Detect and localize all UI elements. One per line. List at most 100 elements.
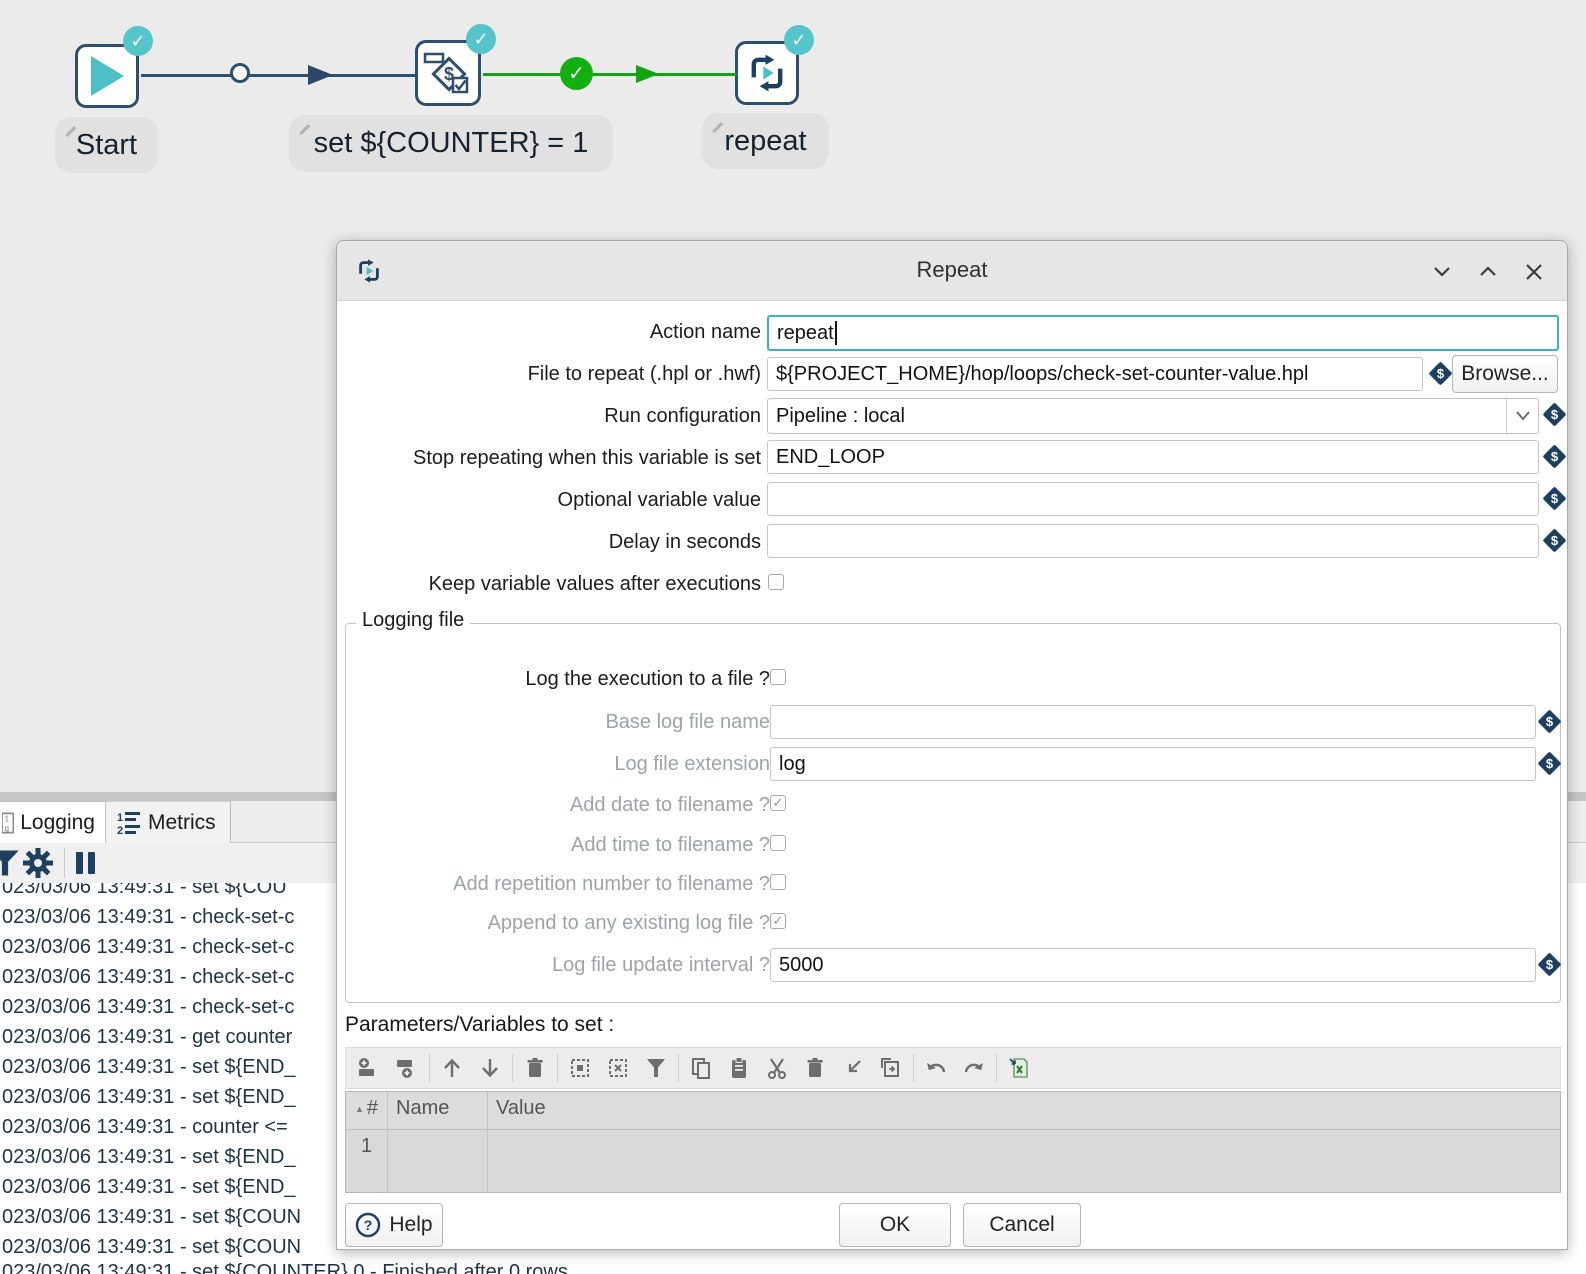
add-repetition-label: Add repetition number to filename ? — [346, 873, 770, 896]
paste-icon[interactable] — [720, 1050, 758, 1086]
variable-icon[interactable]: $ — [1543, 403, 1566, 426]
optional-value-input[interactable] — [767, 482, 1539, 516]
keep-values-checkbox[interactable] — [768, 574, 784, 590]
value-cell[interactable] — [488, 1130, 1560, 1192]
append-log-label: Append to any existing log file ? — [346, 912, 770, 935]
pause-logging-icon[interactable] — [76, 852, 95, 874]
stop-variable-input[interactable]: END_LOOP — [767, 440, 1539, 474]
base-log-name-input[interactable] — [770, 705, 1536, 739]
log-line: 023/03/06 13:49:31 - check-set-c — [2, 902, 294, 932]
select-all-icon[interactable] — [561, 1050, 599, 1086]
chevron-up-icon[interactable] — [1475, 259, 1501, 285]
append-log-checkbox[interactable] — [770, 913, 786, 929]
copy-icon[interactable] — [682, 1050, 720, 1086]
logging-tab-icon: 1 g — [2, 810, 14, 836]
log-line: 023/03/06 13:49:31 - set ${END_ — [2, 1172, 296, 1202]
log-to-file-checkbox[interactable] — [770, 669, 786, 685]
table-header-row: ▲# Name Value — [346, 1092, 1560, 1130]
add-date-label: Add date to filename ? — [346, 794, 770, 817]
update-interval-input[interactable]: 5000 — [770, 948, 1536, 982]
logging-file-group: Logging file Log the execution to a file… — [345, 623, 1561, 1003]
log-settings-gear-icon[interactable] — [22, 847, 54, 879]
insert-row-before-icon[interactable] — [350, 1050, 388, 1086]
toolbar-separator — [678, 1054, 679, 1082]
add-time-checkbox[interactable] — [770, 835, 786, 851]
variable-icon[interactable]: $ — [1543, 529, 1566, 552]
run-config-combo[interactable]: Pipeline : local — [767, 398, 1539, 434]
excel-export-icon[interactable] — [1000, 1050, 1038, 1086]
repeat-status-badge: ✓ — [784, 25, 814, 55]
close-icon[interactable] — [1521, 259, 1547, 285]
variable-icon[interactable]: $ — [1538, 710, 1561, 733]
add-date-checkbox[interactable] — [770, 795, 786, 811]
pencil-icon — [710, 117, 726, 133]
svg-text:?: ? — [364, 1217, 373, 1233]
variable-icon[interactable]: $ — [1429, 362, 1452, 385]
help-icon: ? — [355, 1212, 381, 1238]
variable-icon[interactable]: $ — [1538, 752, 1561, 775]
clear-selection-icon[interactable] — [599, 1050, 637, 1086]
log-line: 023/03/06 13:49:31 - check-set-c — [2, 932, 294, 962]
log-extension-input[interactable]: log — [770, 747, 1536, 781]
column-header-num[interactable]: ▲# — [346, 1092, 388, 1129]
success-check-icon: ✓ — [560, 57, 593, 90]
toolbar-separator — [996, 1054, 997, 1082]
browse-button[interactable]: Browse... — [1452, 355, 1558, 393]
node-label-repeat[interactable]: repeat — [702, 113, 829, 169]
tab-label: Logging — [20, 811, 95, 835]
shrink-icon[interactable] — [834, 1050, 872, 1086]
log-to-file-label: Log the execution to a file ? — [346, 668, 770, 691]
chevron-down-icon[interactable] — [1429, 259, 1455, 285]
log-line: 023/03/06 13:49:31 - set ${END_ — [2, 1052, 296, 1082]
log-extension-label: Log file extension — [346, 753, 770, 776]
pencil-icon — [63, 121, 79, 137]
node-label-set-counter[interactable]: set ${COUNTER} = 1 — [289, 115, 613, 172]
add-repetition-checkbox[interactable] — [770, 874, 786, 890]
delete-selected-icon[interactable] — [796, 1050, 834, 1086]
duplicate-icon[interactable] — [872, 1050, 910, 1086]
svg-text:2: 2 — [117, 825, 123, 836]
hop-window: ✓ ✓ Start $ ✓ set ${COUNTER} = 1 — [0, 0, 1586, 1274]
update-interval-label: Log file update interval ? — [346, 954, 770, 977]
delay-input[interactable] — [767, 524, 1539, 558]
filter-icon[interactable] — [637, 1050, 675, 1086]
toolbar-separator — [64, 848, 65, 878]
log-filter-icon[interactable] — [0, 849, 20, 877]
optional-value-label: Optional variable value — [337, 489, 761, 512]
help-button[interactable]: ? Help — [345, 1203, 443, 1247]
ok-button[interactable]: OK — [839, 1203, 951, 1247]
insert-row-after-icon[interactable] — [388, 1050, 426, 1086]
set-counter-status-badge: ✓ — [466, 24, 496, 54]
move-up-icon[interactable] — [433, 1050, 471, 1086]
tab-metrics[interactable]: 1 2 Metrics — [106, 801, 231, 843]
column-header-name[interactable]: Name — [388, 1092, 488, 1129]
logging-file-group-title: Logging file — [356, 609, 470, 632]
dialog-titlebar[interactable]: Repeat — [337, 241, 1567, 301]
file-input[interactable]: ${PROJECT_HOME}/hop/loops/check-set-coun… — [767, 357, 1423, 391]
variable-icon[interactable]: $ — [1543, 487, 1566, 510]
cut-icon[interactable] — [758, 1050, 796, 1086]
tab-logging[interactable]: 1 g Logging — [0, 801, 106, 843]
file-label: File to repeat (.hpl or .hwf) — [337, 363, 761, 386]
undo-icon[interactable] — [917, 1050, 955, 1086]
combo-chevron-icon[interactable] — [1506, 399, 1538, 433]
parameters-toolbar — [345, 1047, 1561, 1089]
column-header-value[interactable]: Value — [488, 1092, 1560, 1129]
run-config-label: Run configuration — [337, 405, 761, 428]
move-down-icon[interactable] — [471, 1050, 509, 1086]
cancel-button[interactable]: Cancel — [963, 1203, 1081, 1247]
variable-icon[interactable]: $ — [1538, 953, 1561, 976]
redo-icon[interactable] — [955, 1050, 993, 1086]
name-cell[interactable] — [388, 1130, 488, 1192]
table-row[interactable]: 1 — [346, 1130, 1560, 1192]
action-name-input[interactable]: repeat — [767, 315, 1559, 351]
text-caret — [835, 321, 837, 345]
delete-row-icon[interactable] — [516, 1050, 554, 1086]
parameters-title: Parameters/Variables to set : — [345, 1013, 614, 1037]
help-button-label: Help — [389, 1213, 432, 1237]
metrics-tab-icon: 1 2 — [116, 810, 142, 836]
action-name-label: Action name — [337, 321, 761, 344]
row-number-cell: 1 — [346, 1130, 388, 1192]
variable-icon[interactable]: $ — [1543, 445, 1566, 468]
node-label-start[interactable]: Start — [55, 117, 158, 173]
